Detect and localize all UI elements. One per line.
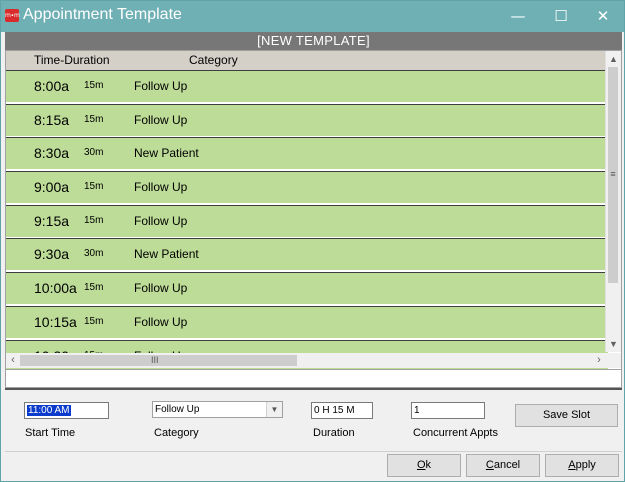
- slot-category: Follow Up: [134, 79, 188, 93]
- slot-category: Follow Up: [134, 314, 188, 329]
- slot-category: New Patient: [134, 146, 199, 161]
- scroll-up-icon[interactable]: ▲: [606, 51, 621, 67]
- column-header-time-duration[interactable]: Time-Duration: [34, 51, 110, 70]
- slot-category: Follow Up: [134, 281, 188, 296]
- maximize-icon[interactable]: ☐: [538, 1, 584, 32]
- vertical-scrollbar[interactable]: ▲ ≡ ▼: [605, 51, 621, 352]
- footer-divider: [5, 451, 622, 452]
- slots-grid[interactable]: Time-Duration Category 8:00a 15m Follow Up…: [5, 50, 622, 370]
- scroll-grip-icon: ≡: [610, 169, 616, 179]
- slot-duration: 30m: [84, 147, 104, 159]
- chevron-down-icon[interactable]: ▼: [266, 402, 282, 417]
- horizontal-grip-icon: III: [151, 355, 159, 365]
- template-name-header: [NEW TEMPLATE]: [5, 32, 622, 50]
- slot-duration: 15m: [84, 181, 104, 193]
- table-row[interactable]: 8:30a 30m New Patient: [6, 137, 608, 170]
- scroll-corner: [606, 353, 621, 368]
- concurrent-appts-label: Concurrent Appts: [413, 427, 498, 439]
- slot-duration: 15m: [84, 113, 104, 125]
- table-row[interactable]: 9:00a 15m Follow Up: [6, 171, 608, 204]
- scroll-left-icon[interactable]: ‹: [6, 353, 20, 368]
- table-row[interactable]: 8:00a 15m Follow Up: [6, 70, 608, 102]
- horizontal-scrollbar[interactable]: ‹ III ›: [6, 353, 606, 368]
- category-select-value: Follow Up: [155, 404, 200, 415]
- window-title: Appointment Template: [23, 6, 182, 23]
- table-row[interactable]: 10:00a 15m Follow Up: [6, 272, 608, 305]
- slot-category: Follow Up: [134, 112, 188, 127]
- duration-label: Duration: [313, 427, 355, 439]
- title-bar[interactable]: m∙m Appointment Template — ☐ ✕: [1, 1, 624, 32]
- slot-time: 10:15a: [34, 313, 77, 330]
- ok-button-mnemonic: O: [416, 459, 426, 471]
- apply-button-label: pply: [575, 459, 596, 471]
- start-time-label: Start Time: [25, 427, 76, 439]
- grid-rows: 8:00a 15m Follow Up 8:15a 15m Follow Up 8:30a 3…: [6, 70, 608, 369]
- slot-time: 8:00a: [34, 78, 70, 94]
- slot-duration: 15m: [84, 282, 104, 294]
- slot-time: 8:30a: [34, 145, 70, 162]
- close-icon[interactable]: ✕: [580, 1, 625, 32]
- grid-column-header: Time-Duration Category: [6, 51, 606, 70]
- scroll-right-icon[interactable]: ›: [592, 353, 606, 368]
- appointment-template-window: m∙m Appointment Template — ☐ ✕ [NEW TEMP…: [0, 0, 625, 482]
- slot-category: Follow Up: [134, 213, 188, 228]
- slot-category: New Patient: [134, 247, 199, 262]
- apply-button-mnemonic: A: [568, 459, 576, 471]
- slot-time: 9:15a: [34, 212, 70, 229]
- duration-input[interactable]: 0 H 15 M: [311, 402, 373, 419]
- ok-button-label: k: [425, 459, 432, 471]
- start-time-input[interactable]: 11:00 AM: [24, 402, 109, 419]
- duration-value: 0 H 15 M: [314, 405, 355, 416]
- slot-time: 9:00a: [34, 179, 70, 196]
- slot-duration: 15m: [84, 80, 104, 91]
- slot-time: 9:30a: [34, 246, 70, 263]
- concurrent-appts-value: 1: [414, 405, 420, 416]
- grid-footer-strip: [5, 370, 622, 388]
- cancel-button[interactable]: Cancel: [466, 454, 540, 477]
- ok-button[interactable]: Ok: [387, 454, 461, 477]
- table-row[interactable]: 10:15a 15m Follow Up: [6, 305, 608, 338]
- table-row[interactable]: 9:30a 30m New Patient: [6, 238, 608, 271]
- cancel-button-label: ancel: [493, 459, 521, 471]
- slot-time: 10:00a: [34, 280, 77, 297]
- category-select[interactable]: Follow Up ▼: [152, 401, 283, 418]
- slot-time: 8:15a: [34, 111, 70, 128]
- table-row[interactable]: 9:15a 15m Follow Up: [6, 204, 608, 237]
- slot-duration: 30m: [84, 248, 104, 260]
- app-logo-icon: m∙m: [5, 9, 20, 22]
- concurrent-appts-input[interactable]: 1: [411, 402, 485, 419]
- minimize-icon[interactable]: —: [495, 1, 541, 32]
- scroll-down-icon[interactable]: ▼: [606, 336, 621, 352]
- slot-duration: 15m: [84, 214, 104, 226]
- save-slot-button[interactable]: Save Slot: [515, 404, 618, 427]
- category-label: Category: [154, 427, 199, 439]
- divider: [5, 388, 622, 390]
- table-row[interactable]: 8:15a 15m Follow Up: [6, 103, 608, 136]
- slot-category: Follow Up: [134, 180, 188, 195]
- start-time-value: 11:00 AM: [27, 405, 71, 416]
- cancel-button-mnemonic: C: [485, 459, 494, 471]
- apply-button[interactable]: Apply: [545, 454, 619, 477]
- column-header-category[interactable]: Category: [189, 51, 238, 70]
- slot-duration: 15m: [84, 315, 104, 327]
